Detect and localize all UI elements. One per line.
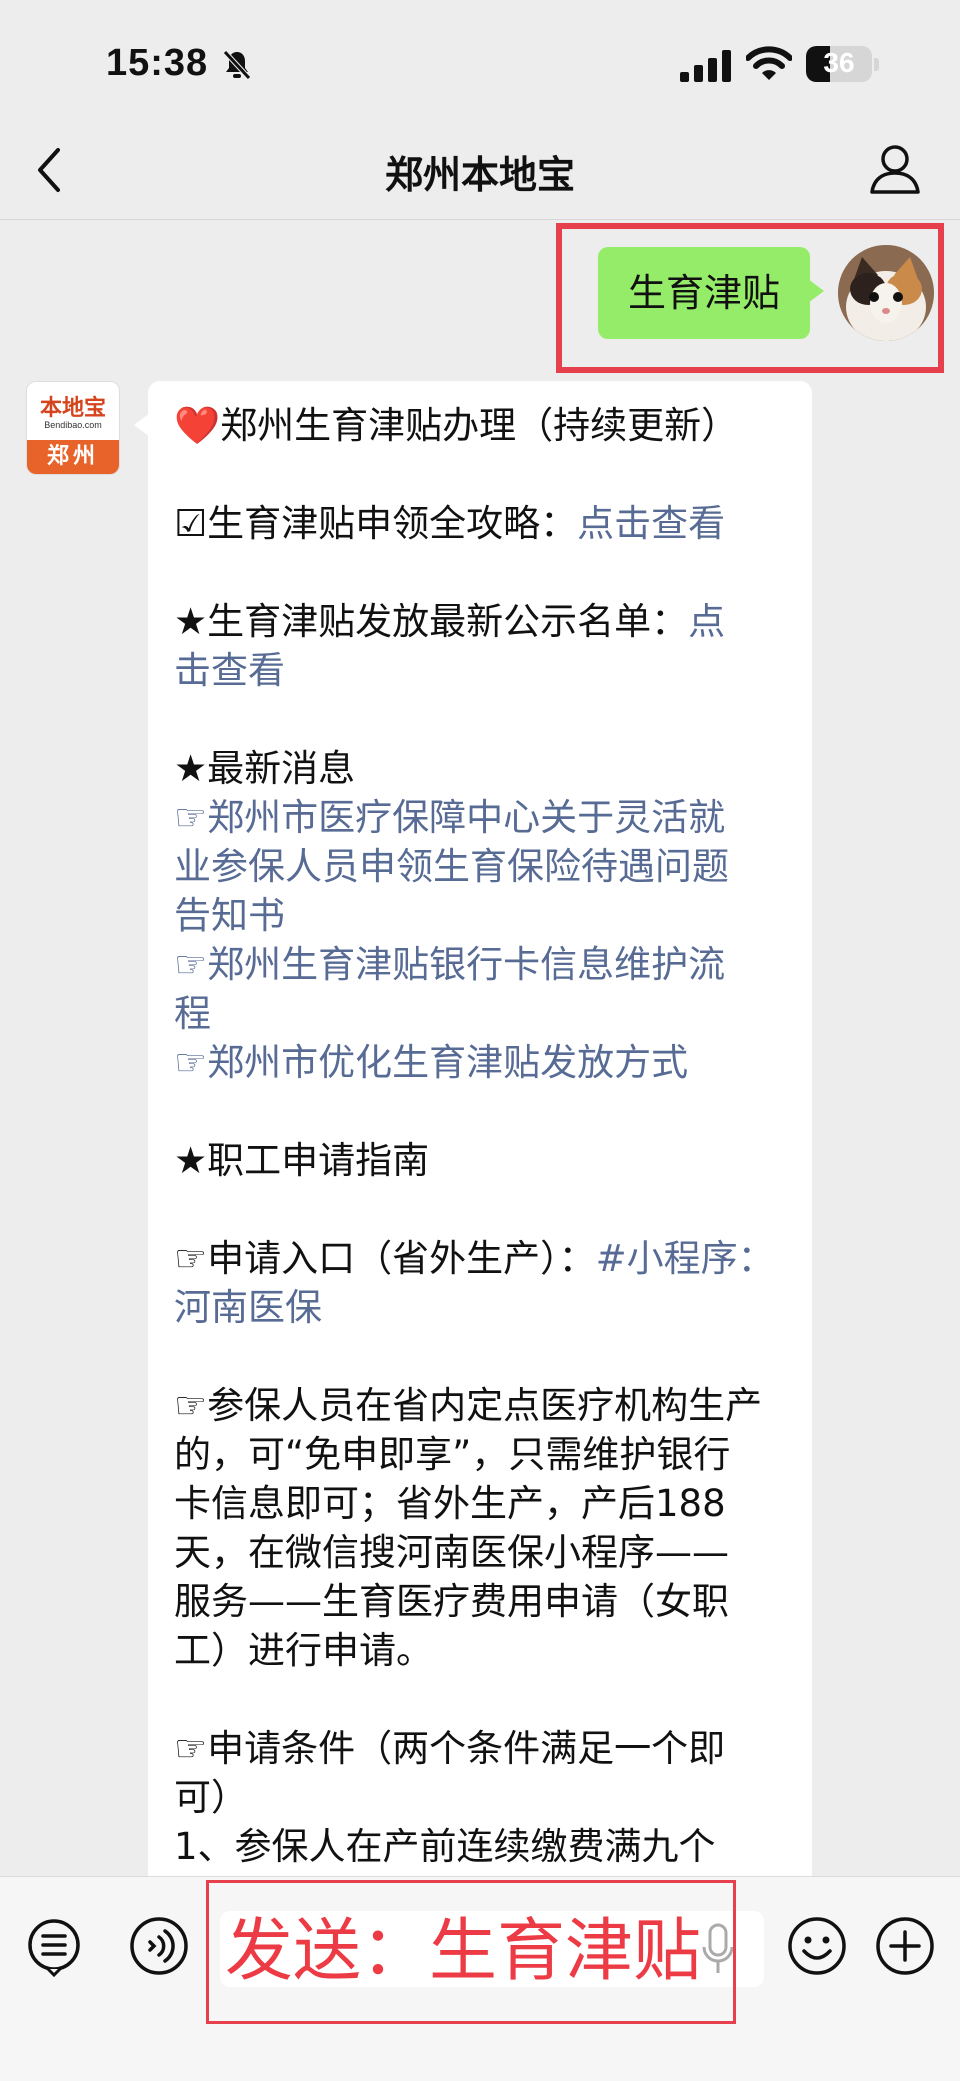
conditions-line: ☞申请条件（两个条件满足一个即 bbox=[174, 1727, 726, 1770]
news-link-1-end[interactable]: 告知书 bbox=[174, 891, 786, 940]
paragraph-line: ☞参保人员在省内定点医疗机构生产 bbox=[174, 1384, 763, 1427]
chat-area: 生育津贴 本地宝 Bendibao.com 郑州 ❤️郑州生育津贴办理（持续更新… bbox=[0, 221, 960, 1876]
news-link-1[interactable]: ☞郑州市医疗保障中心关于灵活就 bbox=[174, 793, 786, 842]
bot-logo: 本地宝 Bendibao.com bbox=[27, 382, 119, 442]
profile-icon[interactable] bbox=[868, 142, 922, 196]
emoji-icon[interactable] bbox=[786, 1915, 848, 1977]
menu-list-icon[interactable] bbox=[24, 1917, 84, 1977]
nav-bar: 郑州本地宝 bbox=[0, 118, 960, 220]
voice-icon[interactable] bbox=[128, 1915, 190, 1977]
wifi-icon bbox=[746, 46, 792, 80]
outgoing-message-bubble[interactable]: 生育津贴 bbox=[598, 247, 825, 339]
guide-line: ☑生育津贴申领全攻略：点击查看 bbox=[174, 502, 726, 545]
heart-icon: ❤️ bbox=[174, 404, 221, 447]
news-link-2[interactable]: ☞郑州生育津贴银行卡信息维护流 bbox=[174, 940, 786, 989]
cellular-signal-icon bbox=[680, 50, 731, 82]
conditions-line: 可） bbox=[174, 1776, 248, 1819]
bell-muted-icon bbox=[223, 50, 251, 80]
conditions-line: 1、参保人在产前连续缴费满九个 bbox=[174, 1825, 716, 1868]
message-title-line: ❤️郑州生育津贴办理（持续更新） bbox=[174, 404, 739, 447]
user-avatar[interactable] bbox=[838, 245, 934, 341]
miniprogram-link-cont[interactable]: 河南医保 bbox=[174, 1283, 786, 1332]
news-link-3[interactable]: ☞郑州市优化生育津贴发放方式 bbox=[174, 1038, 786, 1087]
battery-cap bbox=[874, 58, 879, 71]
bot-logo-city: 郑州 bbox=[27, 440, 119, 474]
list-line: ★生育津贴发放最新公示名单：点 bbox=[174, 600, 726, 643]
cat-avatar-image bbox=[838, 245, 934, 341]
news-link-1-cont[interactable]: 业参保人员申领生育保险待遇问题 bbox=[174, 842, 786, 891]
incoming-message-bubble: ❤️郑州生育津贴办理（持续更新） ☑生育津贴申领全攻略：点击查看 ★生育津贴发放… bbox=[134, 381, 812, 1876]
list-link-cont[interactable]: 击查看 bbox=[174, 646, 786, 695]
battery-indicator: 36 bbox=[806, 46, 872, 82]
paragraph-line: 的，可“免申即享”，只需维护银行 bbox=[174, 1433, 731, 1476]
send-instruction-annotation: 发送：生育津贴 bbox=[206, 1880, 736, 2024]
status-time: 15:38 bbox=[106, 42, 209, 84]
plus-icon[interactable] bbox=[874, 1915, 936, 1977]
staff-heading: ★职工申请指南 bbox=[174, 1139, 430, 1182]
list-link[interactable]: 点 bbox=[688, 600, 725, 643]
miniprogram-link[interactable]: #小程序： bbox=[596, 1237, 775, 1280]
chat-title: 郑州本地宝 bbox=[384, 153, 575, 197]
status-bar: 15:38 36 bbox=[0, 0, 960, 118]
news-heading: ★最新消息 bbox=[174, 747, 356, 790]
news-link-2-cont[interactable]: 程 bbox=[174, 989, 786, 1038]
paragraph-line: 服务——生育医疗费用申请（女职 bbox=[174, 1580, 729, 1623]
paragraph-line: 工）进行申请。 bbox=[174, 1629, 433, 1672]
guide-link[interactable]: 点击查看 bbox=[577, 502, 725, 545]
paragraph-line: 卡信息即可；省外生产，产后188 bbox=[174, 1482, 726, 1525]
bot-avatar[interactable]: 本地宝 Bendibao.com 郑州 bbox=[26, 381, 120, 475]
battery-percent: 36 bbox=[823, 47, 855, 78]
paragraph-line: 天，在微信搜河南医保小程序—— bbox=[174, 1531, 729, 1574]
entry-line: ☞申请入口（省外生产）：#小程序： bbox=[174, 1237, 775, 1280]
